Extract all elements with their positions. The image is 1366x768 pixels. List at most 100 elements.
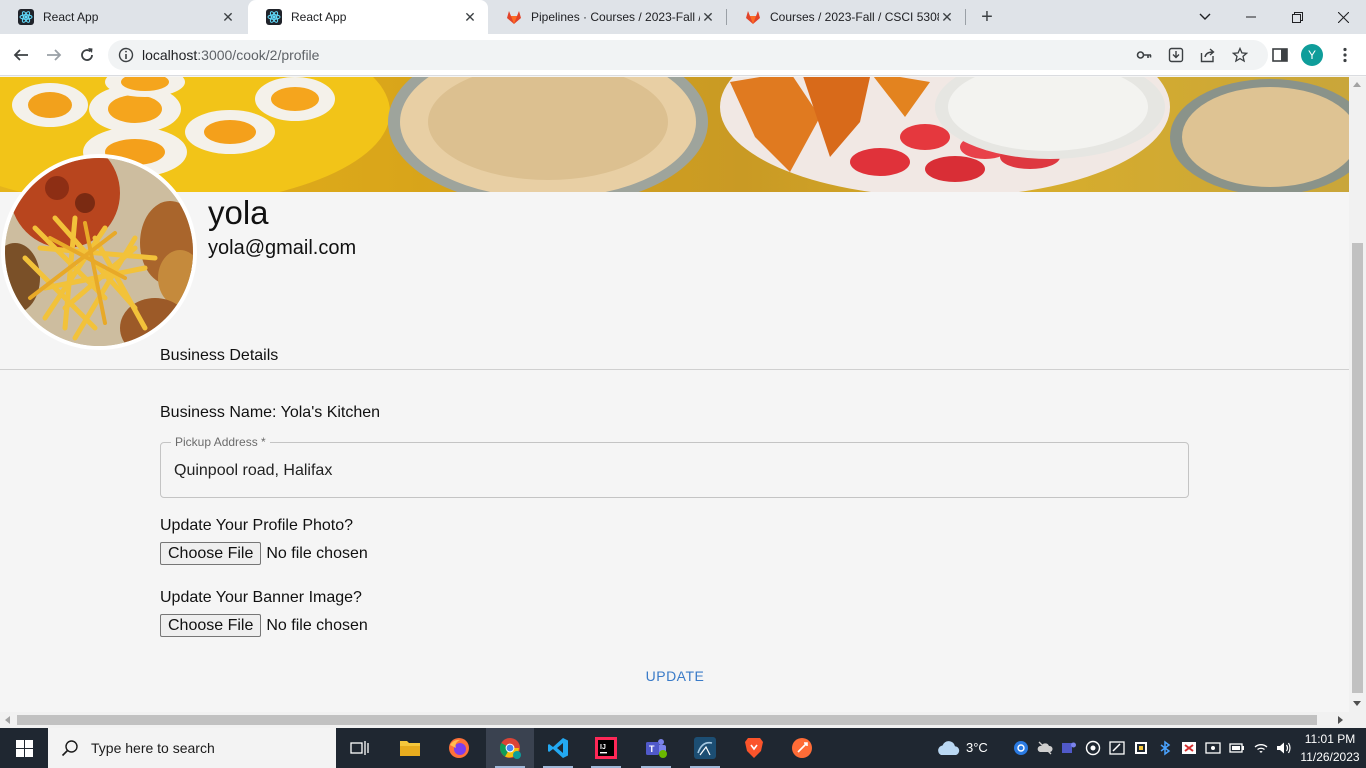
taskbar-search[interactable]: Type here to search [48,728,336,768]
taskbar-clock[interactable]: 11:01 PM 11/26/2023 [1299,730,1361,766]
tab-title: Courses / 2023-Fall / CSCI 5308 [770,10,939,24]
profile-photo-label: Update Your Profile Photo? [160,517,354,534]
folder-icon [400,741,420,756]
profile-photo [1,154,197,350]
choose-profile-photo-button[interactable]: Choose File [160,542,262,565]
page-viewport: yola yola@gmail.com Business Details Bus… [0,77,1349,712]
banner-image-label: Update Your Banner Image? [160,589,362,606]
tab-title: React App [43,10,99,24]
tab-react-app-1[interactable]: React App ✕ [0,0,246,34]
profile-photo-file-status: No file chosen [266,544,368,562]
scroll-left-arrow-icon[interactable] [5,716,10,724]
close-icon[interactable]: ✕ [700,9,716,25]
fast-food-picture [5,158,193,346]
weather-cloud-icon[interactable] [935,739,961,757]
banner-image-file-status: No file chosen [266,616,368,634]
mysql-workbench-icon [694,737,716,759]
food-banner-picture [0,77,1349,192]
profile-email: yola@gmail.com [208,237,357,259]
tab-separator [965,9,966,25]
forward-button[interactable] [42,43,66,67]
arrow-left-icon [13,49,28,61]
side-panel-icon[interactable] [1271,46,1289,64]
sync-icon[interactable] [1085,740,1101,756]
close-icon[interactable]: ✕ [220,9,236,25]
clock-time: 11:01 PM [1304,732,1356,746]
volume-icon[interactable] [1276,740,1292,756]
reload-icon [81,48,93,61]
security-icon[interactable] [1133,740,1149,756]
taskbar-brave[interactable] [730,728,778,768]
star-icon[interactable] [1232,47,1248,63]
key-icon[interactable] [1136,47,1152,63]
taskbar-vscode[interactable] [534,728,582,768]
taskbar-file-explorer[interactable] [386,728,434,768]
share-icon[interactable] [1200,47,1216,63]
new-tab-button[interactable]: + [977,7,997,27]
tab-title: Pipelines · Courses / 2023-Fall / C [531,10,700,24]
antivirus-icon[interactable] [1181,740,1197,756]
vertical-scroll-thumb[interactable] [1352,243,1363,693]
close-window-button[interactable] [1320,0,1366,34]
business-details-heading: Business Details [160,347,279,364]
choose-banner-image-button[interactable]: Choose File [160,614,262,637]
wifi-icon[interactable] [1253,740,1269,756]
tab-courses[interactable]: Courses / 2023-Fall / CSCI 5308 ✕ [727,0,965,34]
cloud-off-icon[interactable] [1037,740,1053,756]
update-button[interactable]: UPDATE [632,662,718,690]
close-icon[interactable]: ✕ [462,9,478,25]
react-icon [18,9,34,25]
clock-date: 11/26/2023 [1300,750,1360,764]
weather-temperature[interactable]: 3°C [966,740,988,755]
scroll-up-arrow-icon[interactable] [1353,82,1361,87]
tab-react-app-2[interactable]: React App ✕ [248,0,488,34]
more-menu-icon[interactable] [1336,46,1354,64]
minimize-button[interactable] [1228,0,1274,34]
banner-image-upload: Choose File No file chosen [160,614,368,637]
windows-taskbar: Type here to search IJ T 3°C 11:01 PM 11… [0,728,1366,768]
chevron-down-icon [1199,13,1211,20]
taskbar-intellij[interactable]: IJ [582,728,630,768]
scrollbar-corner [1349,712,1366,728]
teams-tray-icon[interactable] [1061,740,1077,756]
horizontal-scroll-thumb[interactable] [17,715,1317,725]
chrome-icon [499,738,521,759]
business-name: Business Name: Yola's Kitchen [160,404,381,421]
tab-search-button[interactable] [1182,0,1228,34]
scroll-right-arrow-icon[interactable] [1338,716,1343,724]
taskbar-mysql-workbench[interactable] [681,728,729,768]
reload-button[interactable] [75,43,99,67]
vpn-icon[interactable] [1013,740,1029,756]
taskbar-postman[interactable] [778,728,826,768]
bluetooth-icon[interactable] [1157,740,1173,756]
windows-logo-icon [15,739,33,757]
taskbar-chrome[interactable] [486,728,534,768]
taskbar-teams[interactable]: T [632,728,680,768]
back-button[interactable] [9,43,33,67]
close-icon[interactable]: ✕ [939,9,955,25]
gitlab-icon [507,11,521,24]
vertical-scrollbar[interactable] [1349,77,1366,712]
url-text[interactable]: localhost:3000/cook/2/profile [142,47,319,63]
task-view-button[interactable] [336,728,384,768]
restore-button[interactable] [1274,0,1320,34]
brave-icon [745,738,763,758]
address-bar[interactable]: localhost:3000/cook/2/profile [108,40,1268,70]
pickup-address-field[interactable]: Pickup Address * [160,435,1189,498]
display-icon[interactable] [1205,740,1221,756]
divider [0,369,1349,370]
browser-toolbar: localhost:3000/cook/2/profile Y [0,34,1366,76]
tab-pipelines[interactable]: Pipelines · Courses / 2023-Fall / C ✕ [488,0,726,34]
install-icon[interactable] [1168,47,1184,63]
taskbar-firefox[interactable] [435,728,483,768]
start-button[interactable] [0,728,48,768]
battery-icon[interactable] [1229,740,1245,756]
profile-avatar[interactable]: Y [1301,44,1323,66]
svg-text:IJ: IJ [600,744,606,751]
intellij-icon: IJ [595,737,617,759]
pickup-address-input[interactable] [174,462,1164,480]
pen-icon[interactable] [1109,740,1125,756]
info-icon[interactable] [118,47,134,63]
scroll-down-arrow-icon[interactable] [1353,701,1361,706]
horizontal-scrollbar[interactable] [0,712,1349,728]
